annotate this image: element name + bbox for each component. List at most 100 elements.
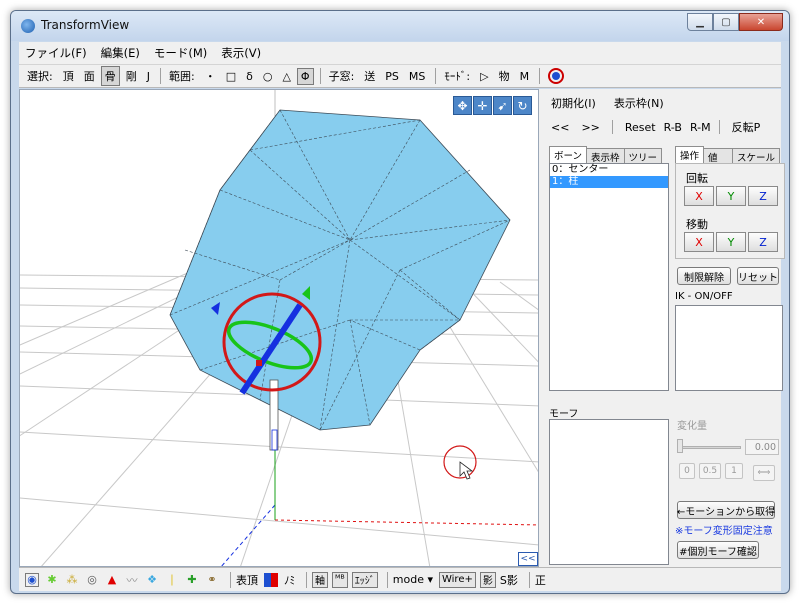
axis-toggle[interactable]: 軸 <box>312 571 328 588</box>
mb-toggle[interactable]: ᴹᴮ <box>332 571 348 588</box>
window-title: TransformView <box>41 18 130 32</box>
zoom-icon[interactable]: ➹ <box>493 96 512 115</box>
move-z-button[interactable]: Z <box>748 232 778 252</box>
rotate-view-icon[interactable]: ↻ <box>513 96 532 115</box>
color-swatch-icon[interactable] <box>264 572 278 587</box>
cluster-icon[interactable]: ⁂ <box>65 573 79 587</box>
select-joint-button[interactable]: J <box>143 68 154 85</box>
edge-toggle[interactable]: ｴｯｼﾞ <box>351 571 378 588</box>
initialize-button[interactable]: 初期化(I) <box>551 95 596 111</box>
range-delta-button[interactable]: δ <box>242 68 257 85</box>
limit-release-button[interactable]: 制限解除 <box>677 267 731 285</box>
only-button[interactable]: ﾉﾐ <box>284 572 295 588</box>
range-rect-button[interactable]: □ <box>222 68 240 85</box>
cross-icon[interactable]: ✚ <box>185 573 199 587</box>
bar-icon[interactable]: ❘ <box>165 573 179 587</box>
list-item[interactable]: 0：センター <box>550 164 668 176</box>
red-triangle-icon[interactable]: ▲ <box>105 573 119 587</box>
link-icon[interactable]: ⚭ <box>205 573 219 587</box>
display-frame-button[interactable]: 表示枠(N) <box>614 95 664 111</box>
title-bar[interactable]: TransformView ▁ ▢ ✕ <box>11 11 789 41</box>
mouse-pointer-icon <box>459 461 474 480</box>
child-ps-button[interactable]: PS <box>381 68 403 85</box>
rotate-y-button[interactable]: Y <box>716 186 746 206</box>
next-frame-button[interactable]: >> <box>581 121 599 134</box>
close-button[interactable]: ✕ <box>739 13 783 31</box>
bottom-toolbar: ◉ ✱ ⁂ ◎ ▲ 〰 ❖ ❘ ✚ ⚭ 表頂 ﾉﾐ 軸 ᴹᴮ ｴｯｼﾞ mode… <box>19 567 781 591</box>
minimize-button[interactable]: ▁ <box>687 13 713 31</box>
range-triangle-button[interactable]: △ <box>278 68 294 85</box>
select-face-button[interactable]: 面 <box>80 66 99 86</box>
flip-pose-button[interactable]: 反転P <box>732 119 761 135</box>
move-y-button[interactable]: Y <box>716 232 746 252</box>
shadow-toggle[interactable]: 影 <box>479 571 496 588</box>
menu-view[interactable]: 表示(V) <box>221 45 261 61</box>
select-vertex-button[interactable]: 頂 <box>59 66 78 86</box>
child-window-label: 子窓: <box>328 70 355 83</box>
x-axis-handle[interactable] <box>256 360 262 366</box>
tab-display-frame[interactable]: 表示枠 <box>586 148 625 164</box>
translate-icon[interactable]: ✛ <box>473 96 492 115</box>
cube-mesh[interactable] <box>169 109 511 431</box>
move-view-icon[interactable]: ✥ <box>453 96 472 115</box>
reset-button[interactable]: Reset <box>625 121 656 134</box>
bottom-divider <box>386 571 388 588</box>
tab-tree[interactable]: ツリー <box>623 148 663 164</box>
menu-edit[interactable]: 編集(E) <box>101 45 140 61</box>
wave-icon[interactable]: 〰 <box>125 573 139 587</box>
tab-value[interactable]: 値 <box>703 148 734 164</box>
3d-viewport[interactable]: ✥ ✛ ➹ ↻ << <box>19 89 539 567</box>
mode-play-button[interactable]: ▷ <box>476 68 492 85</box>
preset-0-button[interactable]: 0 <box>679 463 695 479</box>
menu-file[interactable]: ファイル(F) <box>25 45 87 61</box>
mode-m-button[interactable]: M <box>516 68 534 85</box>
individual-morph-button[interactable]: #個別モーフ確認 <box>677 541 759 559</box>
swap-icon[interactable]: ⟺ <box>753 465 775 481</box>
tab-scale[interactable]: スケール <box>732 148 781 164</box>
ik-list[interactable] <box>675 305 783 391</box>
rb-button[interactable]: R-B <box>664 121 682 134</box>
wire-toggle[interactable]: Wire+ <box>438 571 476 588</box>
prev-frame-button[interactable]: << <box>551 121 569 134</box>
rotate-z-button[interactable]: Z <box>748 186 778 206</box>
select-bone-button[interactable]: 骨 <box>100 66 120 86</box>
mode-physics-button[interactable]: 物 <box>495 66 514 86</box>
mode-dropdown[interactable]: mode ▾ <box>393 573 433 586</box>
menu-mode[interactable]: モード(M) <box>154 45 207 61</box>
morph-list[interactable] <box>549 419 669 565</box>
range-phi-button[interactable]: Φ <box>296 67 314 85</box>
get-from-motion-button[interactable]: ←モーションから取得 <box>677 501 775 519</box>
list-item[interactable]: 1：柱 <box>550 176 668 188</box>
tab-bone[interactable]: ボーン <box>549 146 588 163</box>
target-icon[interactable] <box>548 68 565 84</box>
bone-list[interactable]: 0：センター 1：柱 <box>549 163 669 391</box>
viewport-tools: ✥ ✛ ➹ ↻ <box>452 96 532 115</box>
preset-half-button[interactable]: 0.5 <box>699 463 721 479</box>
view-mode-icon[interactable]: ◉ <box>25 572 39 587</box>
change-slider-thumb[interactable] <box>677 439 683 453</box>
rm-button[interactable]: R-M <box>690 121 711 134</box>
child-ms-button[interactable]: MS <box>405 68 429 85</box>
move-x-button[interactable]: X <box>684 232 714 252</box>
range-label: 範囲: <box>168 70 195 83</box>
vertex-star-icon[interactable]: ✱ <box>45 573 59 587</box>
s-shadow-toggle[interactable]: S影 <box>500 572 518 588</box>
show-vertex-button[interactable]: 表頂 <box>236 572 258 588</box>
circle-target-icon[interactable]: ◎ <box>85 573 99 587</box>
scene-svg[interactable] <box>20 90 539 567</box>
collapse-panel-button[interactable]: << <box>518 552 538 566</box>
rotate-x-button[interactable]: X <box>684 186 714 206</box>
child-send-button[interactable]: 送 <box>360 66 379 86</box>
orthographic-toggle[interactable]: 正 <box>535 572 546 588</box>
range-point-button[interactable]: ・ <box>201 66 220 86</box>
select-rigid-button[interactable]: 剛 <box>122 66 141 86</box>
maximize-button[interactable]: ▢ <box>713 13 739 31</box>
tab-operation[interactable]: 操作 <box>675 146 705 163</box>
preset-1-button[interactable]: 1 <box>725 463 743 479</box>
cursor-indicator <box>443 445 477 480</box>
reset-ik-button[interactable]: リセット <box>737 267 779 285</box>
diamond-icon[interactable]: ❖ <box>145 573 159 587</box>
change-value-field[interactable]: 0.00 <box>745 439 779 455</box>
range-circle-button[interactable]: ○ <box>259 68 277 85</box>
change-slider-track[interactable] <box>679 446 741 449</box>
